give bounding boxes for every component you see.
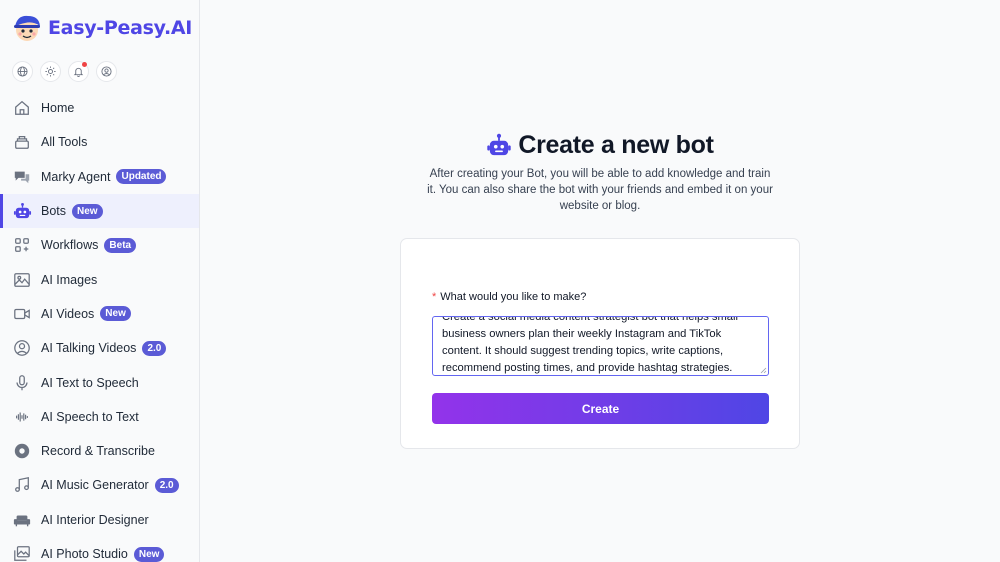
sidebar-item-bots[interactable]: Bots New bbox=[0, 193, 199, 229]
sofa-icon bbox=[12, 510, 32, 530]
sidebar-item-ai-interior-designer[interactable]: AI Interior Designer bbox=[0, 503, 199, 537]
brand-name: Easy-Peasy.AI bbox=[48, 17, 193, 39]
video-icon bbox=[12, 304, 32, 324]
sun-icon[interactable] bbox=[40, 60, 61, 82]
sidebar-item-ai-talking-videos[interactable]: AI Talking Videos 2.0 bbox=[0, 331, 199, 365]
photos-icon bbox=[12, 544, 32, 562]
sidebar-item-ai-music-generator[interactable]: AI Music Generator 2.0 bbox=[0, 468, 199, 502]
sidebar-item-label: AI Interior Designer bbox=[41, 512, 149, 527]
brand[interactable]: Easy-Peasy.AI bbox=[0, 0, 199, 56]
sidebar-item-label: AI Talking Videos bbox=[41, 341, 137, 356]
user-circle-icon[interactable] bbox=[96, 60, 117, 82]
sidebar-item-all-tools[interactable]: All Tools bbox=[0, 125, 199, 159]
home-icon bbox=[12, 98, 32, 118]
chat-icon bbox=[12, 167, 32, 187]
version-badge: 2.0 bbox=[142, 340, 167, 356]
sidebar-item-ai-videos[interactable]: AI Videos New bbox=[0, 297, 199, 331]
prompt-textarea[interactable]: Create a social media content strategist… bbox=[432, 316, 769, 376]
sidebar-item-label: AI Images bbox=[41, 272, 98, 287]
main-content: Create a new bot After creating your Bot… bbox=[200, 0, 1000, 562]
new-badge: New bbox=[133, 546, 165, 562]
prompt-label-text: What would you like to make? bbox=[440, 291, 587, 303]
sidebar-item-label: Bots bbox=[41, 204, 67, 219]
waveform-icon bbox=[12, 407, 32, 427]
robot-icon bbox=[486, 133, 512, 159]
sidebar-item-workflows[interactable]: Workflows Beta bbox=[0, 228, 199, 262]
sidebar-item-label: Record & Transcribe bbox=[41, 444, 155, 459]
sidebar-item-ai-speech-to-text[interactable]: AI Speech to Text bbox=[0, 400, 199, 434]
sidebar-item-ai-photo-studio[interactable]: AI Photo Studio New bbox=[0, 537, 199, 562]
page-subtitle: After creating your Bot, you will be abl… bbox=[427, 168, 773, 212]
image-icon bbox=[12, 270, 32, 290]
robot-icon bbox=[12, 201, 32, 221]
sidebar-item-label: AI Videos bbox=[41, 306, 95, 321]
sidebar-item-label: Workflows bbox=[41, 238, 99, 253]
create-bot-card: * What would you like to make? Create a s… bbox=[400, 238, 800, 449]
sidebar: Easy-Peasy.AI Home All Tools Marky Agent bbox=[0, 0, 200, 562]
notification-dot bbox=[82, 61, 87, 67]
new-badge: New bbox=[72, 203, 103, 219]
microphone-icon bbox=[12, 373, 32, 393]
page-title: Create a new bot bbox=[518, 131, 714, 159]
bell-icon[interactable] bbox=[68, 60, 89, 82]
version-badge: 2.0 bbox=[154, 477, 179, 493]
layers-icon bbox=[12, 132, 32, 152]
sidebar-item-label: Marky Agent bbox=[41, 169, 111, 184]
new-badge: New bbox=[100, 306, 131, 322]
sidebar-item-home[interactable]: Home bbox=[0, 91, 199, 125]
prompt-textarea-value: Create a social media content strategist… bbox=[442, 316, 738, 374]
sidebar-item-record-transcribe[interactable]: Record & Transcribe bbox=[0, 434, 199, 468]
beta-badge: Beta bbox=[104, 237, 137, 253]
sidebar-item-label: All Tools bbox=[41, 135, 88, 150]
create-button[interactable]: Create bbox=[432, 393, 769, 424]
updated-badge: Updated bbox=[116, 169, 167, 185]
sidebar-nav: Home All Tools Marky Agent Updated Bots … bbox=[0, 91, 199, 562]
sidebar-item-label: AI Text to Speech bbox=[41, 375, 139, 390]
sidebar-item-label: AI Speech to Text bbox=[41, 409, 139, 424]
page-header: Create a new bot bbox=[200, 131, 1000, 160]
sidebar-item-label: AI Photo Studio bbox=[41, 547, 128, 561]
globe-icon[interactable] bbox=[12, 60, 33, 82]
quick-icons bbox=[0, 56, 199, 86]
sidebar-item-marky-agent[interactable]: Marky Agent Updated bbox=[0, 160, 199, 194]
sidebar-item-label: Home bbox=[41, 101, 75, 116]
resize-grip-icon[interactable] bbox=[760, 367, 767, 374]
sidebar-item-label: AI Music Generator bbox=[41, 478, 149, 493]
grid-icon bbox=[12, 235, 32, 255]
sidebar-item-ai-images[interactable]: AI Images bbox=[0, 262, 199, 296]
mascot-logo bbox=[11, 12, 43, 44]
required-marker: * bbox=[432, 291, 437, 303]
music-icon bbox=[12, 475, 32, 495]
sidebar-item-ai-text-to-speech[interactable]: AI Text to Speech bbox=[0, 365, 199, 399]
record-icon bbox=[12, 441, 32, 461]
prompt-label: * What would you like to make? bbox=[432, 291, 586, 303]
face-icon bbox=[12, 338, 32, 358]
